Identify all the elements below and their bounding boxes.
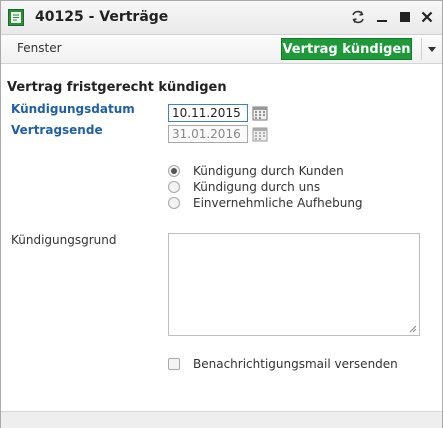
- radio-label: Kündigung durch Kunden: [193, 164, 344, 178]
- minimize-icon: [377, 20, 387, 22]
- menu-fenster[interactable]: Fenster: [17, 41, 62, 55]
- vertragsende-label: Vertragsende: [11, 123, 103, 137]
- radio-option-kuendigung-durch-kunden[interactable]: Kündigung durch Kunden: [168, 163, 344, 179]
- maximize-button[interactable]: [396, 8, 414, 26]
- chevron-down-icon: [428, 46, 436, 52]
- window: 40125 - Verträge Fenster Vertrag kündige…: [0, 0, 443, 428]
- kuendigungsgrund-textarea[interactable]: [168, 233, 420, 336]
- kuendigungsdatum-input[interactable]: [168, 104, 248, 122]
- notify-checkbox-row[interactable]: Benachrichtigungsmail versenden: [168, 357, 398, 371]
- refresh-button[interactable]: [349, 8, 367, 26]
- close-button[interactable]: [418, 8, 436, 26]
- calendar-icon[interactable]: [252, 126, 268, 142]
- calendar-icon[interactable]: [252, 105, 268, 121]
- close-icon: [421, 11, 433, 23]
- maximize-icon: [400, 12, 410, 22]
- radio-label: Einvernehmliche Aufhebung: [193, 196, 363, 210]
- kuendigungsgrund-label: Kündigungsgrund: [11, 233, 117, 247]
- status-bar: [1, 411, 442, 428]
- resize-grip-icon[interactable]: [409, 325, 417, 333]
- kuendigungsdatum-label: Kündigungsdatum: [11, 102, 135, 116]
- radio-button[interactable]: [168, 197, 180, 209]
- radio-label: Kündigung durch uns: [193, 180, 321, 194]
- toolbar-dropdown-button[interactable]: [421, 38, 442, 60]
- section-title: Vertrag fristgerecht kündigen: [7, 80, 227, 95]
- notify-checkbox[interactable]: [168, 358, 180, 370]
- radio-option-kuendigung-durch-uns[interactable]: Kündigung durch uns: [168, 179, 320, 195]
- notify-label: Benachrichtigungsmail versenden: [193, 357, 398, 371]
- refresh-icon: [352, 10, 364, 24]
- contract-cancel-button[interactable]: Vertrag kündigen: [281, 38, 412, 60]
- minimize-button[interactable]: [373, 8, 391, 26]
- radio-button[interactable]: [168, 181, 180, 193]
- radio-selected-dot: [171, 168, 177, 174]
- app-form-icon: [8, 9, 24, 26]
- toolbar: Fenster Vertrag kündigen: [1, 35, 442, 64]
- radio-button[interactable]: [168, 165, 180, 177]
- title-bar: 40125 - Verträge: [1, 1, 442, 35]
- window-title: 40125 - Verträge: [35, 9, 169, 25]
- radio-option-einvernehmliche-aufhebung[interactable]: Einvernehmliche Aufhebung: [168, 195, 363, 211]
- vertragsende-input[interactable]: [168, 125, 248, 143]
